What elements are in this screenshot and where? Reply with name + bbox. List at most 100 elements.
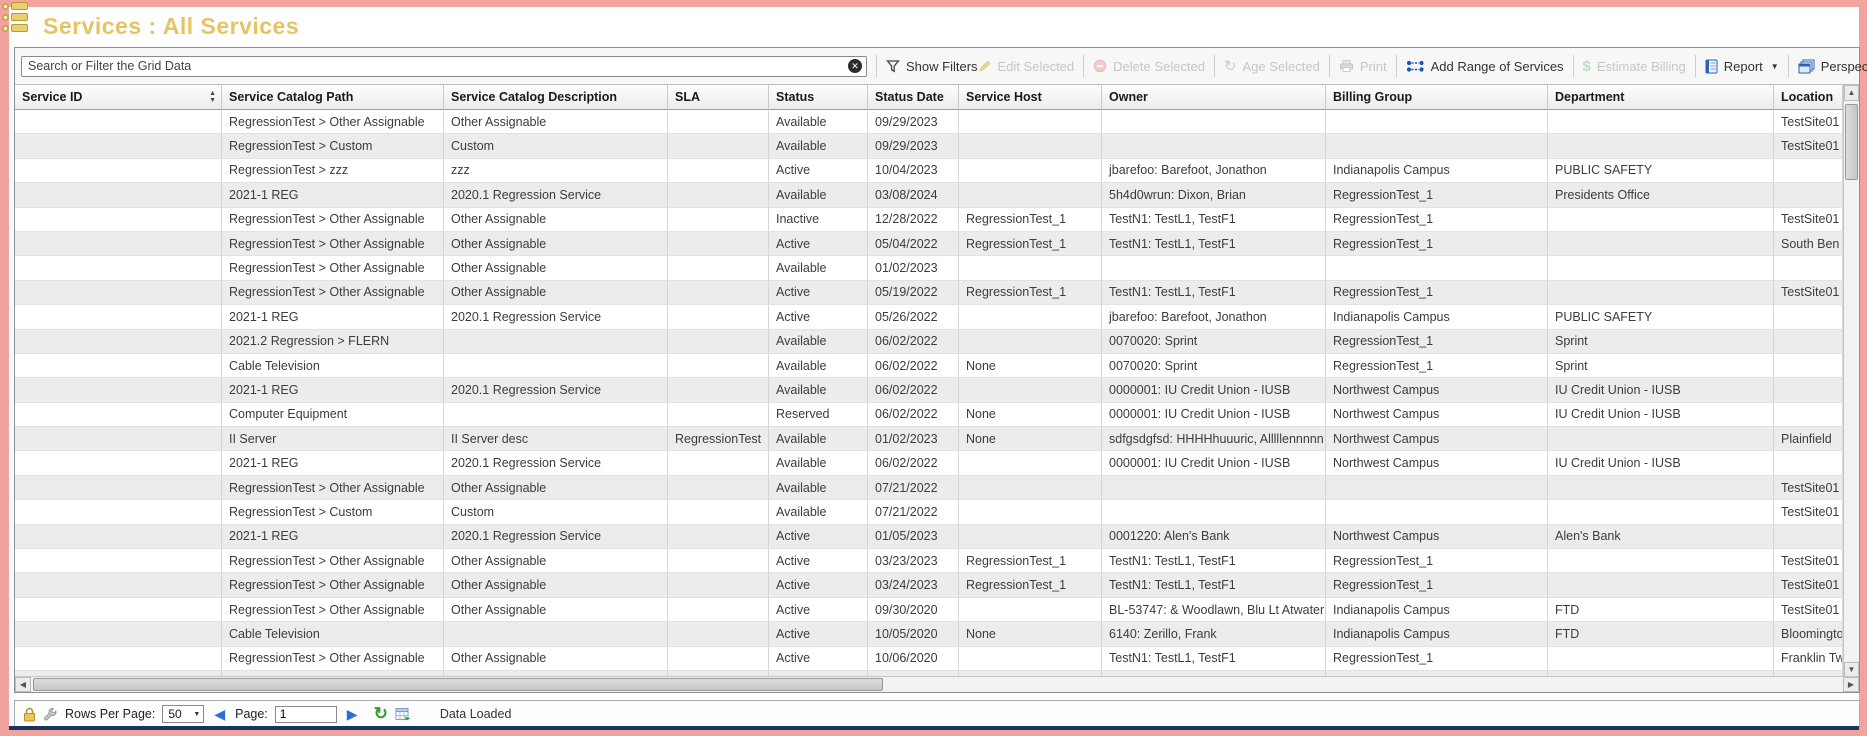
cell: RegressionTest — [668, 427, 769, 451]
column-header-billing-group[interactable]: Billing Group — [1326, 85, 1548, 110]
refresh-icon[interactable]: ↻ — [374, 706, 388, 722]
table-row[interactable]: 2021.2 Regression > FLERNAvailable06/02/… — [15, 330, 1843, 354]
cell: 05/04/2022 — [868, 232, 959, 256]
column-header-sla[interactable]: SLA — [668, 85, 769, 110]
table-row[interactable]: RegressionTest > Other AssignableOther A… — [15, 110, 1843, 134]
cell — [1774, 525, 1843, 549]
horizontal-scrollbar-thumb[interactable] — [33, 678, 883, 691]
table-row[interactable]: 2021-1 REG2020.1 Regression ServiceAvail… — [15, 183, 1843, 207]
cell: RegressionTest_1 — [959, 549, 1102, 573]
table-row[interactable]: RegressionTest > Other AssignableOther A… — [15, 256, 1843, 280]
cell: Indianapolis Campus — [1326, 622, 1548, 646]
cell: RegressionTest > Custom — [222, 500, 444, 524]
table-row[interactable]: 2021-1 REG2020.1 Regression ServiceActiv… — [15, 525, 1843, 549]
show-filters-button[interactable]: Show Filters — [886, 59, 978, 74]
cell — [1326, 256, 1548, 280]
cell — [959, 110, 1102, 134]
column-header-status-date[interactable]: Status Date — [868, 85, 959, 110]
wrench-icon[interactable] — [43, 707, 58, 722]
cell — [444, 330, 668, 354]
cell: 0000001: IU Credit Union - IUSB — [1102, 378, 1326, 402]
add-range-of-services-button[interactable]: Add Range of Services — [1406, 59, 1564, 74]
table-row[interactable]: RegressionTest > Other AssignableOther A… — [15, 647, 1843, 671]
cell: Active — [769, 305, 868, 329]
table-row[interactable]: 2021-1 REG2020.1 Regression ServiceActiv… — [15, 305, 1843, 329]
cell — [15, 427, 222, 451]
export-grid-icon[interactable] — [395, 707, 411, 722]
column-header-department[interactable]: Department — [1548, 85, 1774, 110]
cell: Available — [769, 134, 868, 158]
table-row[interactable]: RegressionTest > CustomCustomAvailable09… — [15, 134, 1843, 158]
table-row[interactable]: RegressionTest > Other AssignableOther A… — [15, 573, 1843, 597]
rows-per-page-select[interactable]: 50 ▼ — [162, 705, 204, 723]
table-row[interactable]: RegressionTest > Other AssignableOther A… — [15, 232, 1843, 256]
table-row[interactable]: RegressionTest > Other AssignableOther A… — [15, 281, 1843, 305]
estimate-billing-button[interactable]: $ Estimate Billing — [1583, 58, 1686, 75]
report-icon — [1705, 59, 1718, 74]
table-row[interactable]: RegressionTest > Other AssignableOther A… — [15, 208, 1843, 232]
cell — [668, 305, 769, 329]
cell — [15, 256, 222, 280]
horizontal-scrollbar[interactable]: ◀ ▶ — [15, 676, 1859, 692]
lock-icon[interactable] — [23, 707, 36, 722]
cell: 2021-1 REG — [222, 525, 444, 549]
report-button[interactable]: Report ▼ — [1705, 59, 1779, 74]
cell — [1774, 256, 1843, 280]
sort-icon[interactable]: ▲▼ — [209, 90, 216, 104]
column-header-location[interactable]: Location — [1774, 85, 1843, 110]
cell: None — [959, 403, 1102, 427]
table-row[interactable]: II ServerII Server descRegressionTestAva… — [15, 427, 1843, 451]
vertical-scrollbar-thumb[interactable] — [1845, 104, 1858, 180]
table-row[interactable]: Cable TelevisionAvailable06/02/2022None0… — [15, 354, 1843, 378]
age-selected-button[interactable]: ↻ Age Selected — [1224, 57, 1320, 75]
scroll-up-icon[interactable]: ▲ — [1844, 85, 1859, 101]
cell — [1326, 500, 1548, 524]
cell — [668, 256, 769, 280]
delete-selected-button[interactable]: Delete Selected — [1093, 59, 1205, 74]
table-row[interactable]: RegressionTest > CustomCustomAvailable07… — [15, 500, 1843, 524]
table-row[interactable]: RegressionTest > zzzzzzActive10/04/2023j… — [15, 159, 1843, 183]
cell: Other Assignable — [444, 232, 668, 256]
cell: Active — [769, 232, 868, 256]
perspectives-button[interactable]: Perspectives ▼ — [1798, 59, 1867, 74]
table-row[interactable]: 2021-1 REG2020.1 Regression ServiceAvail… — [15, 378, 1843, 402]
table-row[interactable]: Computer EquipmentReserved06/02/2022None… — [15, 403, 1843, 427]
cell — [1102, 110, 1326, 134]
vertical-scrollbar[interactable]: ▲ ▼ — [1843, 85, 1859, 678]
next-page-button[interactable]: ▶ — [344, 706, 361, 723]
cell: 06/02/2022 — [868, 403, 959, 427]
column-header-service-id[interactable]: Service ID▲▼ — [15, 85, 222, 110]
clear-search-icon[interactable]: ✕ — [848, 59, 862, 73]
cell: IU Credit Union - IUSB — [1548, 403, 1774, 427]
table-row[interactable]: RegressionTest > Other AssignableOther A… — [15, 598, 1843, 622]
table-row[interactable]: 2021-1 REG2020.1 Regression ServiceAvail… — [15, 451, 1843, 475]
cell: RegressionTest > Custom — [222, 134, 444, 158]
table-row[interactable]: RegressionTest > Other AssignableOther A… — [15, 549, 1843, 573]
cell: 5h4d0wrun: Dixon, Brian — [1102, 183, 1326, 207]
search-input[interactable] — [21, 56, 867, 77]
cell: II Server — [222, 427, 444, 451]
column-header-service-catalog-description[interactable]: Service Catalog Description — [444, 85, 668, 110]
cell: FTD — [1548, 622, 1774, 646]
page-input[interactable] — [275, 706, 337, 723]
prev-page-button[interactable]: ◀ — [211, 706, 228, 723]
print-button[interactable]: Print — [1339, 59, 1387, 74]
cell: Indianapolis Campus — [1326, 305, 1548, 329]
table-row[interactable]: Cable TelevisionActive10/05/2020None6140… — [15, 622, 1843, 646]
age-recycle-icon: ↻ — [1224, 57, 1237, 75]
cell: II Server desc — [444, 427, 668, 451]
column-header-owner[interactable]: Owner — [1102, 85, 1326, 110]
cell: TestSite01 — [1774, 134, 1843, 158]
scroll-left-icon[interactable]: ◀ — [15, 677, 31, 692]
cell — [668, 403, 769, 427]
column-header-service-catalog-path[interactable]: Service Catalog Path — [222, 85, 444, 110]
cell: RegressionTest_1 — [1326, 208, 1548, 232]
cell — [668, 208, 769, 232]
table-row[interactable]: RegressionTest > Other AssignableOther A… — [15, 476, 1843, 500]
cell — [1548, 232, 1774, 256]
scroll-right-icon[interactable]: ▶ — [1843, 677, 1859, 692]
column-header-status[interactable]: Status — [769, 85, 868, 110]
cell: 2020.1 Regression Service — [444, 183, 668, 207]
column-header-service-host[interactable]: Service Host — [959, 85, 1102, 110]
edit-selected-button[interactable]: Edit Selected — [978, 59, 1075, 74]
